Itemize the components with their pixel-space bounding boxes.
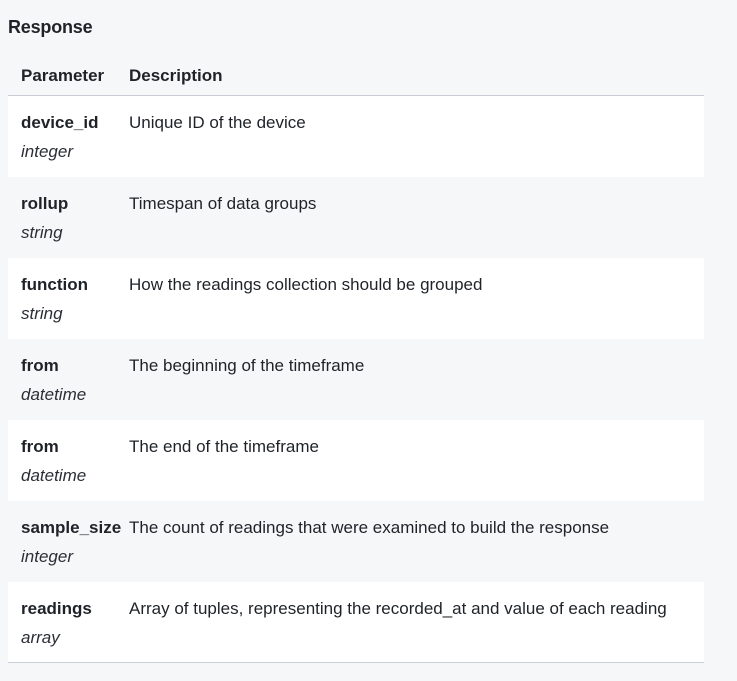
parameter-type: datetime [21,385,87,404]
parameter-name: from [21,356,59,375]
parameter-description: Array of tuples, representing the record… [129,599,667,618]
parameter-type: datetime [21,466,87,485]
description-cell: The beginning of the timeframe [129,356,704,420]
parameter-type: integer [21,142,73,161]
description-cell: The end of the timeframe [129,437,704,501]
parameter-column-header: Parameter [21,65,105,85]
response-parameters-table: Parameter Description device_id integer … [8,56,704,663]
table-row: sample_size integer The count of reading… [8,501,704,582]
parameter-cell: sample_size integer [8,518,129,582]
parameter-description: The end of the timeframe [129,437,319,456]
parameter-type: string [21,304,63,323]
parameter-description: How the readings collection should be gr… [129,275,483,294]
description-cell: The count of readings that were examined… [129,518,704,582]
description-column-header: Description [129,65,223,85]
parameter-cell: from datetime [8,356,129,420]
table-row: rollup string Timespan of data groups [8,177,704,258]
parameter-name: sample_size [21,518,122,537]
description-cell: Unique ID of the device [129,113,704,177]
parameter-name: device_id [21,113,99,132]
parameter-type: array [21,628,60,647]
parameter-description: The beginning of the timeframe [129,356,365,375]
parameter-cell: device_id integer [8,113,129,177]
section-title: Response [8,17,93,37]
description-cell: Timespan of data groups [129,194,704,258]
table-header-row: Parameter Description [8,56,704,96]
description-cell: How the readings collection should be gr… [129,275,704,339]
parameter-cell: readings array [8,599,129,662]
table-row: from datetime The beginning of the timef… [8,339,704,420]
parameter-type: string [21,223,63,242]
parameter-description: Timespan of data groups [129,194,317,213]
parameter-name: function [21,275,89,294]
parameter-type: integer [21,547,73,566]
parameter-cell: function string [8,275,129,339]
parameter-name: rollup [21,194,69,213]
table-row: function string How the readings collect… [8,258,704,339]
parameter-description: Unique ID of the device [129,113,306,132]
table-row: readings array Array of tuples, represen… [8,582,704,663]
table-row: device_id integer Unique ID of the devic… [8,96,704,177]
description-cell: Array of tuples, representing the record… [129,599,704,662]
parameter-cell: rollup string [8,194,129,258]
parameter-cell: from datetime [8,437,129,501]
table-row: from datetime The end of the timeframe [8,420,704,501]
parameter-name: from [21,437,59,456]
parameter-description: The count of readings that were examined… [129,518,610,537]
parameter-name: readings [21,599,92,618]
